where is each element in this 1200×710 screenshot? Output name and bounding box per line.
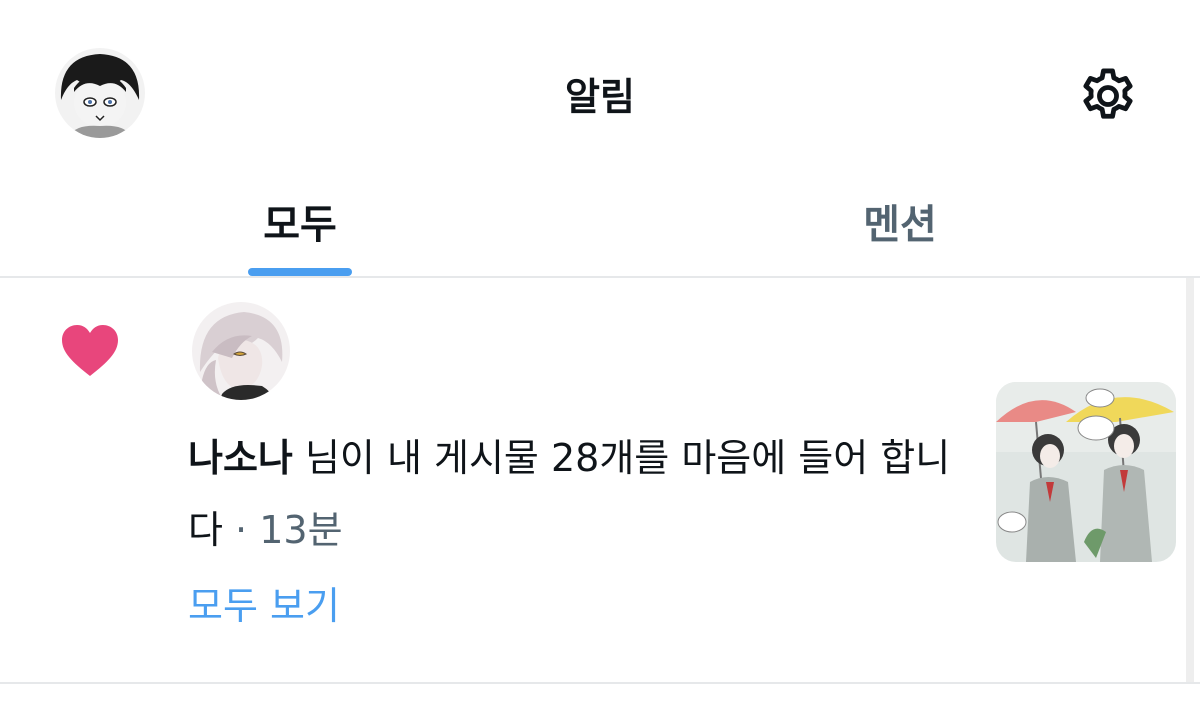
heart-icon [60,324,120,378]
separator-dot: · [222,508,260,552]
notification-text: 나소나 님이 내 게시물 28개를 마음에 들어 합니다 · 13분 [188,422,958,566]
view-all-link[interactable]: 모두 보기 [188,575,340,630]
notification-tabs: 모두 멘션 [0,180,1200,276]
actor-avatar[interactable] [192,302,290,400]
post-thumbnail-illustration [996,382,1176,562]
tab-all-label: 모두 [263,202,337,248]
gear-icon [1083,68,1133,119]
notification-divider [0,682,1200,684]
notification-time: 13분 [259,508,343,552]
active-tab-indicator [248,268,352,276]
scrollbar[interactable] [1186,278,1194,682]
tab-mentions[interactable]: 멘션 [600,180,1200,276]
header: 알림 [0,0,1200,180]
post-thumbnail[interactable] [996,382,1176,562]
tab-all[interactable]: 모두 [0,180,600,276]
tab-mentions-label: 멘션 [863,202,937,248]
settings-button[interactable] [1076,64,1140,128]
actor-avatar-illustration [192,302,290,400]
page-title: 알림 [565,75,635,119]
actor-name[interactable]: 나소나 [188,436,293,480]
